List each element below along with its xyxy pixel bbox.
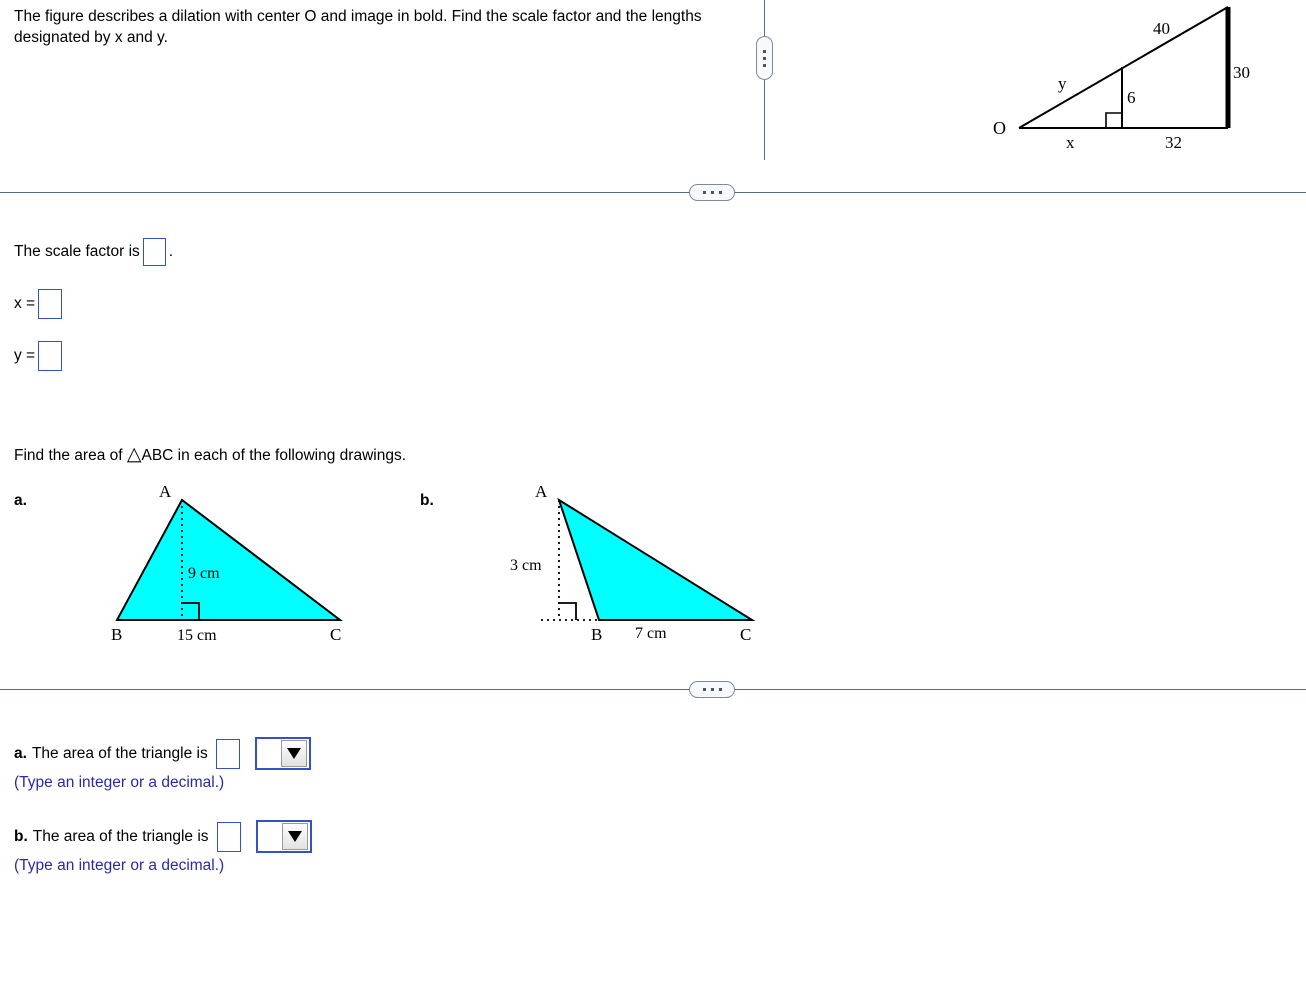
- label-40: 40: [1153, 19, 1170, 38]
- answer-row-a-part: a.: [14, 744, 27, 762]
- dilation-figure-svg: O 40 y 6 30 x 32: [993, 6, 1250, 152]
- x-input[interactable]: [38, 289, 63, 319]
- triangle-figure-a: A B C 9 cm 15 cm: [95, 485, 385, 650]
- pill-dot: [702, 191, 706, 194]
- label-x: x: [1066, 133, 1075, 152]
- dropdown-button[interactable]: [281, 823, 308, 850]
- answer-row-b-label: The area of the triangle is: [32, 827, 209, 845]
- answer-row-a-label: The area of the triangle is: [31, 744, 208, 762]
- label-6: 6: [1127, 88, 1136, 107]
- dilation-hypotenuse: [1018, 6, 1229, 129]
- answer-a-unit-dropdown[interactable]: [254, 737, 311, 770]
- answer-a-input[interactable]: [215, 738, 240, 769]
- dilation-figure: O 40 y 6 30 x 32: [985, 0, 1305, 170]
- chevron-down-icon: [287, 831, 302, 842]
- part-label-b: b.: [420, 492, 434, 509]
- triangle-b-svg: A B C 3 cm 7 cm: [510, 485, 756, 644]
- answer-row-a: a. The area of the triangle is: [14, 737, 311, 770]
- triangle-a-base-label: 15 cm: [177, 627, 217, 644]
- label-y: y: [1058, 74, 1067, 93]
- triangle-b-vertex-a-label: A: [535, 485, 548, 501]
- triangle-b-right-angle-marker: [559, 602, 577, 620]
- triangle-b-base-label: 7 cm: [635, 625, 667, 642]
- problem2-suffix: ABC in each of the following drawings.: [141, 447, 407, 464]
- label-center-o: O: [993, 118, 1006, 138]
- pill-dot: [710, 191, 714, 194]
- vertical-resize-handle[interactable]: [756, 36, 773, 80]
- triangle-a-vertex-a-label: A: [159, 485, 172, 501]
- triangle-a-height-label: 9 cm: [188, 565, 220, 582]
- triangle-figure-b: A B C 3 cm 7 cm: [495, 485, 785, 650]
- label-30: 30: [1233, 63, 1250, 82]
- problem2-statement: Find the area of △ABC in each of the fol…: [14, 444, 406, 466]
- pill-dot: [718, 688, 722, 691]
- dropdown-button[interactable]: [280, 740, 307, 767]
- x-answer-row: x =: [14, 289, 65, 319]
- handle-dot: [763, 49, 766, 53]
- answer-b-unit-dropdown[interactable]: [255, 820, 312, 853]
- y-answer-row: y =: [14, 341, 65, 371]
- handle-dot: [763, 63, 766, 67]
- triangle-a-shape: [115, 498, 343, 621]
- problem-statement-line1: The figure describes a dilation with cen…: [14, 8, 549, 25]
- triangle-b-vertex-b-label: B: [591, 625, 602, 644]
- triangle-b-vertex-c-label: C: [740, 625, 751, 644]
- triangle-b-height-label: 3 cm: [510, 557, 542, 574]
- pill-dot: [718, 191, 722, 194]
- problem-statement: The figure describes a dilation with cen…: [14, 6, 714, 48]
- section-divider-1-toggle[interactable]: [689, 184, 735, 201]
- x-label: x =: [14, 295, 36, 312]
- answer-b-input[interactable]: [216, 821, 241, 852]
- triangle-symbol-icon: △: [126, 444, 142, 465]
- scale-factor-label: The scale factor is: [14, 243, 140, 260]
- answer-row-b-part: b.: [14, 827, 28, 845]
- right-angle-marker: [1105, 112, 1122, 128]
- answer-row-b: b. The area of the triangle is: [14, 820, 312, 853]
- chevron-down-icon: [286, 748, 301, 759]
- section-divider-1: [0, 192, 1306, 193]
- scale-factor-input[interactable]: [142, 238, 166, 266]
- question-page: The figure describes a dilation with cen…: [0, 0, 1306, 998]
- section-divider-2-toggle[interactable]: [689, 681, 735, 698]
- triangle-a-vertex-c-label: C: [330, 625, 341, 644]
- answer-b-hint: (Type an integer or a decimal.): [14, 857, 225, 874]
- part-label-a: a.: [14, 492, 27, 509]
- pill-dot: [710, 688, 714, 691]
- scale-factor-period: .: [168, 243, 174, 260]
- triangle-a-vertex-b-label: B: [111, 625, 122, 644]
- y-input[interactable]: [38, 341, 63, 371]
- vertical-divider: [764, 0, 765, 160]
- triangle-b-shape: [557, 497, 756, 621]
- problem2-prefix: Find the area of: [14, 447, 127, 464]
- section-divider-2: [0, 689, 1306, 690]
- y-label: y =: [14, 347, 36, 364]
- triangle-a-svg: A B C 9 cm 15 cm: [111, 485, 343, 644]
- label-32: 32: [1165, 133, 1182, 152]
- answer-a-hint: (Type an integer or a decimal.): [14, 774, 225, 791]
- pill-dot: [702, 688, 706, 691]
- scale-factor-answer-row: The scale factor is .: [14, 238, 173, 266]
- handle-dot: [763, 56, 766, 60]
